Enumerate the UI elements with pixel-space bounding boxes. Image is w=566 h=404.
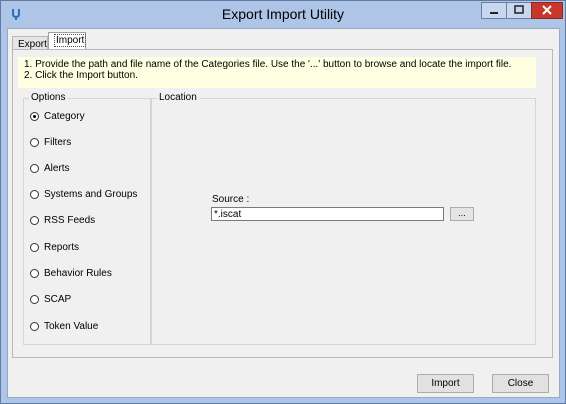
maximize-icon xyxy=(514,5,524,14)
radio-label: Filters xyxy=(44,137,72,148)
source-path-input[interactable] xyxy=(211,207,444,221)
radio-label: SCAP xyxy=(44,294,72,305)
radio-button[interactable] xyxy=(30,216,39,225)
radio-label: RSS Feeds xyxy=(44,215,96,226)
radio-button[interactable] xyxy=(30,112,39,121)
instructions-panel: 1. Provide the path and file name of the… xyxy=(18,57,536,88)
minimize-button[interactable] xyxy=(481,2,507,19)
radio-button[interactable] xyxy=(30,243,39,252)
client-area: Export Import 1. Provide the path and fi… xyxy=(7,28,560,398)
radio-button[interactable] xyxy=(30,190,39,199)
radio-button[interactable] xyxy=(30,164,39,173)
tab-import-label: Import xyxy=(54,34,87,47)
minimize-icon xyxy=(490,12,498,14)
options-legend: Options xyxy=(29,92,68,103)
tab-import[interactable]: Import xyxy=(48,32,87,50)
app-window: Export Import Utility Export Import 1. P… xyxy=(0,0,566,404)
close-icon xyxy=(542,5,552,15)
instruction-line-1: 1. Provide the path and file name of the… xyxy=(24,59,512,70)
import-tab-page: 1. Provide the path and file name of the… xyxy=(12,49,553,358)
radio-button[interactable] xyxy=(30,322,39,331)
radio-button[interactable] xyxy=(30,295,39,304)
radio-label: Systems and Groups xyxy=(44,189,138,200)
close-window-button[interactable] xyxy=(531,2,563,19)
title-bar: Export Import Utility xyxy=(1,1,565,27)
radio-label: Behavior Rules xyxy=(44,268,112,279)
location-group: Location Source : ... xyxy=(151,92,536,345)
close-button[interactable]: Close xyxy=(492,374,549,393)
radio-label: Category xyxy=(44,111,85,122)
location-legend: Location xyxy=(157,92,199,103)
radio-button[interactable] xyxy=(30,138,39,147)
radio-label: Token Value xyxy=(44,321,99,332)
browse-button[interactable]: ... xyxy=(450,207,474,221)
radio-label: Alerts xyxy=(44,163,70,174)
source-label: Source : xyxy=(212,194,250,205)
radio-label: Reports xyxy=(44,242,80,253)
radio-button[interactable] xyxy=(30,269,39,278)
instruction-line-2: 2. Click the Import button. xyxy=(24,70,138,81)
maximize-button[interactable] xyxy=(506,2,532,19)
import-button[interactable]: Import xyxy=(417,374,474,393)
options-group: Options Category Filters Alerts Systems … xyxy=(23,92,151,345)
tab-export[interactable]: Export xyxy=(12,36,48,50)
